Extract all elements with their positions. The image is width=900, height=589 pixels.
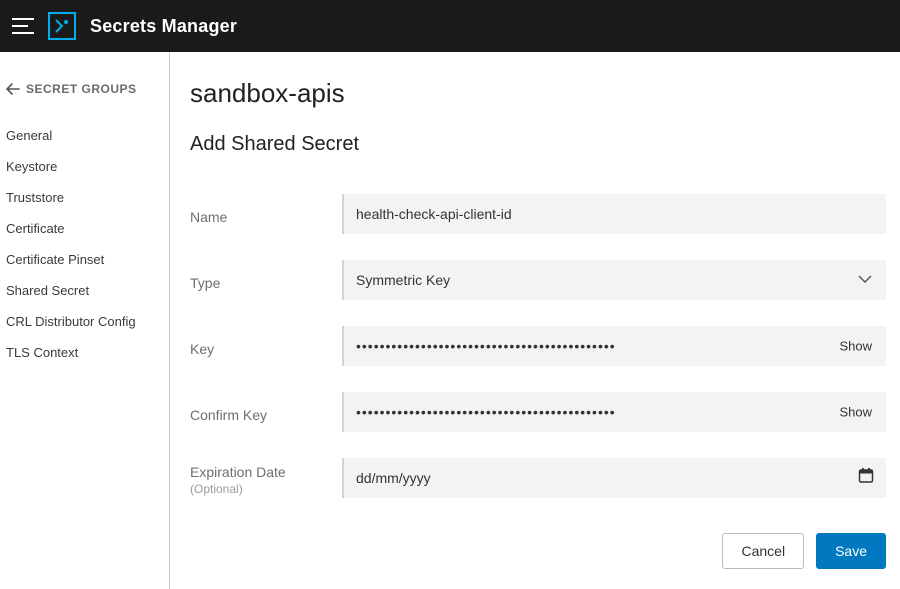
key-input[interactable] (342, 326, 886, 366)
label-key: Key (190, 335, 342, 357)
confirm-key-show-button[interactable]: Show (837, 401, 874, 424)
main-content: sandbox-apis Add Shared Secret Name Type… (170, 52, 900, 589)
label-type: Type (190, 269, 342, 291)
sidebar: SECRET GROUPS General Keystore Truststor… (0, 52, 170, 589)
back-link-label: SECRET GROUPS (26, 82, 137, 96)
top-bar: Secrets Manager (0, 0, 900, 52)
sidebar-item-keystore[interactable]: Keystore (6, 151, 169, 182)
page-title: sandbox-apis (190, 78, 886, 109)
label-confirm-key: Confirm Key (190, 401, 342, 423)
sidebar-item-general[interactable]: General (6, 120, 169, 151)
calendar-icon[interactable] (858, 468, 874, 489)
row-type: Type (190, 260, 886, 300)
expiration-date-input[interactable] (342, 458, 886, 498)
page-subtitle: Add Shared Secret (190, 133, 886, 156)
row-name: Name (190, 194, 886, 234)
back-secret-groups-link[interactable]: SECRET GROUPS (6, 82, 169, 96)
cancel-button[interactable]: Cancel (722, 533, 804, 569)
sidebar-item-crl-distributor[interactable]: CRL Distributor Config (6, 306, 169, 337)
sidebar-item-tls-context[interactable]: TLS Context (6, 337, 169, 368)
app-title: Secrets Manager (90, 16, 237, 37)
brand-icon (48, 12, 76, 40)
label-expiration: Expiration Date (Optional) (190, 458, 342, 496)
key-show-button[interactable]: Show (837, 335, 874, 358)
confirm-key-input[interactable] (342, 392, 886, 432)
type-select[interactable] (342, 260, 886, 300)
button-row: Cancel Save (722, 533, 886, 569)
sidebar-item-certificate[interactable]: Certificate (6, 213, 169, 244)
sidebar-item-certificate-pinset[interactable]: Certificate Pinset (6, 244, 169, 275)
label-name: Name (190, 203, 342, 225)
sidebar-item-truststore[interactable]: Truststore (6, 182, 169, 213)
name-input[interactable] (342, 194, 886, 234)
menu-icon[interactable] (8, 11, 38, 41)
row-key: Key Show (190, 326, 886, 366)
row-expiration: Expiration Date (Optional) (190, 458, 886, 498)
save-button[interactable]: Save (816, 533, 886, 569)
row-confirm-key: Confirm Key Show (190, 392, 886, 432)
arrow-left-icon (6, 83, 20, 95)
sidebar-item-shared-secret[interactable]: Shared Secret (6, 275, 169, 306)
label-expiration-text: Expiration Date (190, 464, 286, 480)
label-expiration-hint: (Optional) (190, 482, 342, 496)
